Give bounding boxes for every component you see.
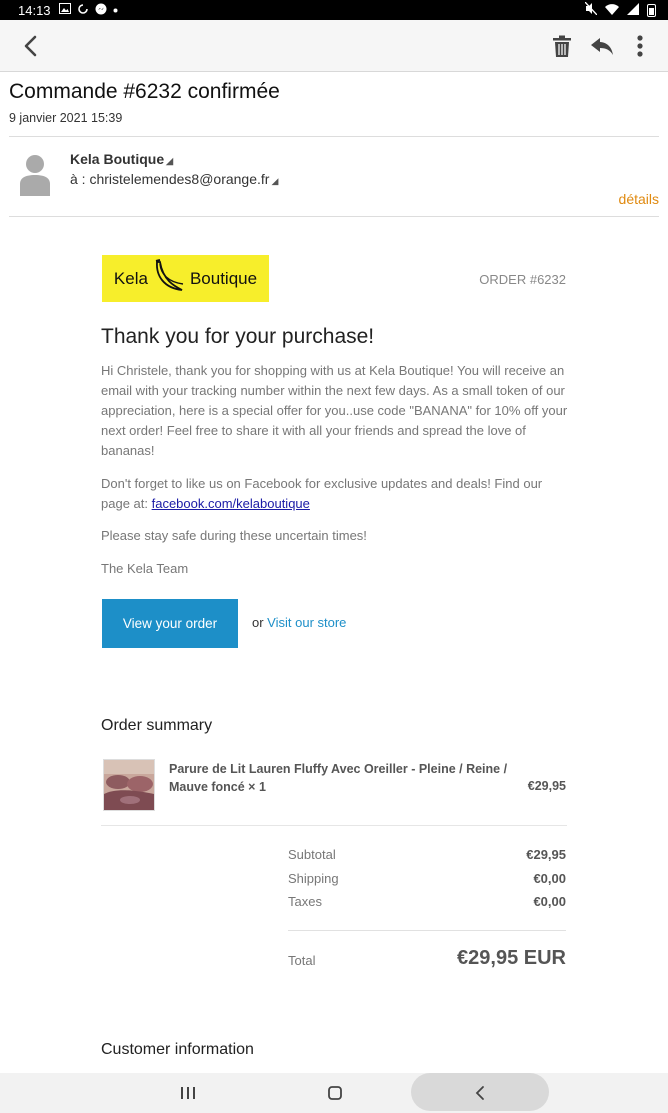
divider xyxy=(9,216,659,217)
battery-icon xyxy=(647,3,656,17)
divider xyxy=(9,136,659,137)
visit-store-link[interactable]: Visit our store xyxy=(267,615,346,630)
back-arrow-icon[interactable] xyxy=(18,33,44,59)
shipping-label: Shipping xyxy=(288,871,339,886)
navigation-bar xyxy=(0,1073,668,1113)
intro-paragraph: Hi Christele, thank you for shopping wit… xyxy=(101,363,568,458)
stay-safe-paragraph: Please stay safe during these uncertain … xyxy=(101,528,367,543)
email-subject: Commande #6232 confirmée xyxy=(9,80,280,103)
details-link[interactable]: détails xyxy=(619,191,659,207)
facebook-link[interactable]: facebook.com/kelaboutique xyxy=(152,496,310,511)
home-icon[interactable] xyxy=(305,1073,365,1113)
taxes-label: Taxes xyxy=(288,894,322,909)
recipient-prefix: à : xyxy=(70,171,90,187)
expand-triangle-icon: ◢ xyxy=(166,156,174,166)
recipient-line[interactable]: à : christelemendes8@orange.fr ◢ xyxy=(70,171,278,187)
signature: The Kela Team xyxy=(101,561,189,576)
order-summary-title: Order summary xyxy=(101,717,213,734)
nav-back-icon[interactable] xyxy=(450,1073,510,1113)
subtotal-value: €29,95 xyxy=(526,847,566,862)
subtotal-row: Subtotal €29,95 xyxy=(288,847,566,862)
expand-triangle-icon: ◢ xyxy=(271,176,279,186)
taxes-row: Taxes €0,00 xyxy=(288,894,566,909)
email-date: 9 janvier 2021 15:39 xyxy=(9,111,123,125)
trash-icon[interactable] xyxy=(549,33,575,59)
order-number: ORDER #6232 xyxy=(479,272,566,287)
facebook-paragraph: Don't forget to like us on Facebook for … xyxy=(101,474,568,514)
avatar-icon[interactable] xyxy=(20,154,50,196)
divider xyxy=(101,825,567,826)
status-bar: 14:13 xyxy=(0,0,668,20)
customer-info-title: Customer information xyxy=(101,1041,254,1058)
view-order-button[interactable]: View your order xyxy=(102,599,238,648)
recent-apps-icon[interactable] xyxy=(158,1073,218,1113)
messenger-icon xyxy=(95,3,107,18)
mute-icon xyxy=(584,1,598,18)
sync-icon xyxy=(77,3,89,18)
sender-name[interactable]: Kela Boutique ◢ xyxy=(70,151,173,167)
banana-icon xyxy=(152,258,186,299)
status-time: 14:13 xyxy=(18,2,51,18)
logo-text-left: Kela xyxy=(113,268,148,288)
product-name: Parure de Lit Lauren Fluffy Avec Oreille… xyxy=(169,762,508,794)
or-text: or xyxy=(252,615,268,630)
or-line: or Visit our store xyxy=(252,615,346,630)
more-vert-icon[interactable] xyxy=(627,33,653,59)
reply-icon[interactable] xyxy=(589,33,615,59)
shipping-row: Shipping €0,00 xyxy=(288,871,566,886)
logo-text-right: Boutique xyxy=(189,268,258,288)
app-bar xyxy=(0,20,668,72)
product-price: €29,95 xyxy=(527,779,566,793)
wifi-icon xyxy=(605,3,619,18)
subtotal-label: Subtotal xyxy=(288,847,336,862)
taxes-value: €0,00 xyxy=(533,894,566,909)
thank-you-heading: Thank you for your purchase! xyxy=(101,325,375,348)
brand-logo: Kela Boutique xyxy=(102,255,269,302)
total-value: €29,95 EUR xyxy=(457,947,566,969)
product-thumbnail xyxy=(103,759,155,811)
status-icons xyxy=(584,1,656,18)
sender-label: Kela Boutique xyxy=(70,151,165,167)
dot-icon xyxy=(113,4,118,16)
shipping-value: €0,00 xyxy=(533,871,566,886)
recipient-address: christelemendes8@orange.fr xyxy=(89,171,270,187)
divider xyxy=(288,930,566,931)
gallery-icon xyxy=(58,3,71,17)
total-label: Total xyxy=(288,953,316,968)
signal-icon xyxy=(627,2,639,18)
